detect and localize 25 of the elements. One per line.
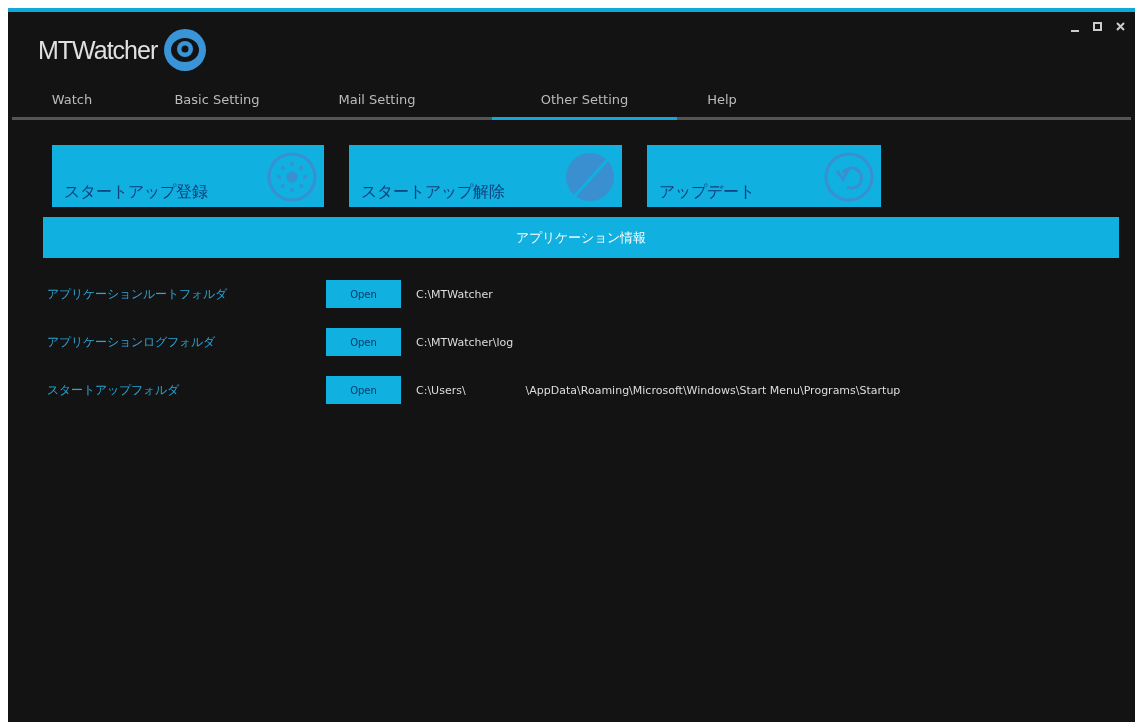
folder-path: C:\MTWatcher bbox=[416, 287, 493, 301]
folder-path: C:\Users\ bbox=[416, 383, 466, 397]
tab[interactable]: Help bbox=[677, 92, 767, 120]
tab[interactable]: Other Setting bbox=[492, 92, 677, 120]
tab[interactable]: Mail Setting bbox=[302, 92, 452, 120]
tab[interactable]: Basic Setting bbox=[132, 92, 302, 120]
section-header: アプリケーション情報 bbox=[43, 217, 1119, 258]
folder-path: \AppData\Roaming\Microsoft\Windows\Start Menu\Programs\Startup bbox=[525, 383, 901, 397]
maximize-icon[interactable] bbox=[1093, 22, 1102, 31]
open-button[interactable]: Open bbox=[326, 328, 401, 356]
eye-logo-icon bbox=[163, 28, 208, 72]
folder-label: アプリケーションログフォルダ bbox=[47, 333, 216, 351]
open-button[interactable]: Open bbox=[326, 376, 401, 404]
close-icon[interactable] bbox=[1116, 22, 1125, 31]
folder-label: スタートアップフォルダ bbox=[47, 381, 180, 399]
app-title: MTWatcher bbox=[38, 35, 158, 65]
tab[interactable]: Watch bbox=[12, 92, 132, 120]
gear-icon bbox=[266, 151, 318, 203]
action-button[interactable]: スタートアップ解除 bbox=[349, 145, 622, 207]
folder-label: アプリケーションルートフォルダ bbox=[47, 285, 228, 303]
action-button[interactable]: スタートアップ登録 bbox=[52, 145, 324, 207]
folder-path: C:\MTWatcher\log bbox=[416, 335, 514, 349]
action-button[interactable]: アップデート bbox=[647, 145, 881, 207]
open-button[interactable]: Open bbox=[326, 280, 401, 308]
undo-icon bbox=[823, 151, 875, 203]
